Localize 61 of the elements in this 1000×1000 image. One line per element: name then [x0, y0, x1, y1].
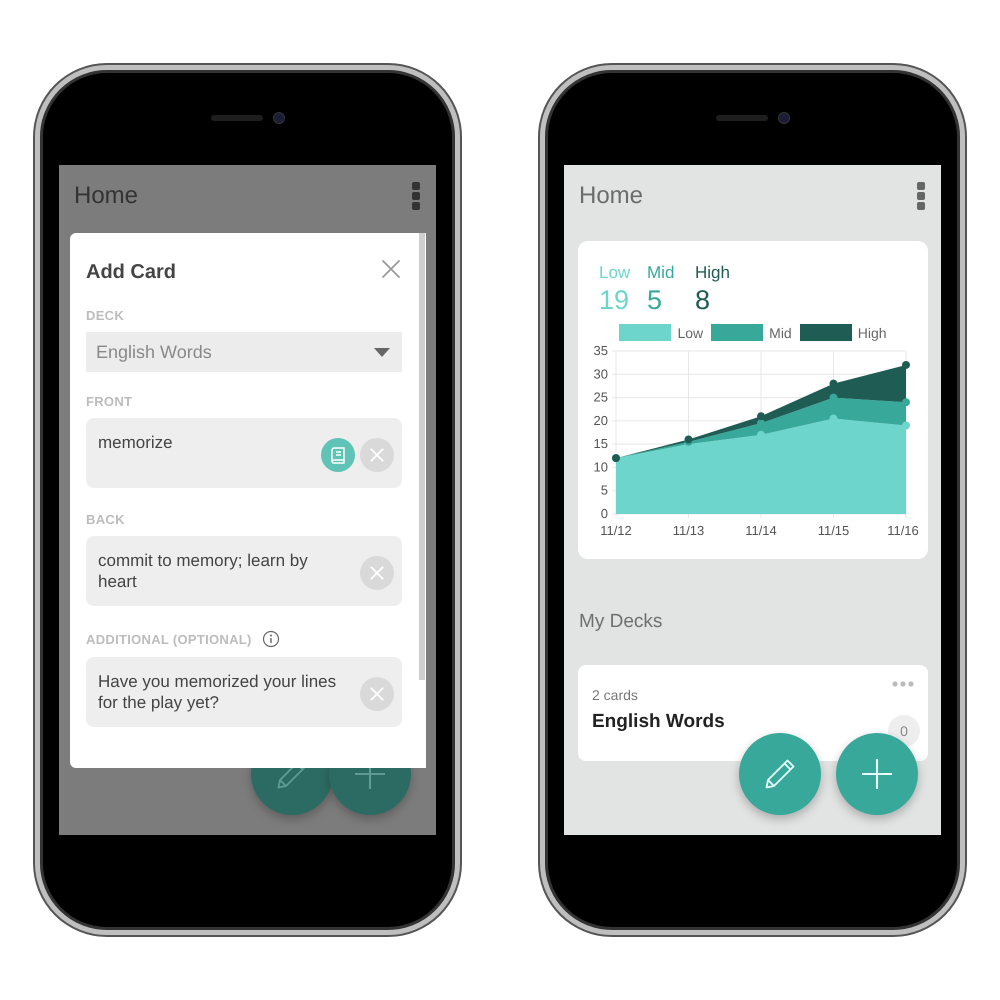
axis-label: 11/13 — [672, 523, 704, 538]
field-label: FRONT — [86, 394, 132, 409]
stat-label: Low — [599, 263, 632, 283]
dialog-title: Add Card — [86, 260, 176, 284]
menu-icon[interactable] — [917, 182, 925, 210]
axis-label: 25 — [594, 390, 608, 405]
axis-label: 10 — [594, 459, 608, 474]
dictionary-button[interactable] — [321, 438, 355, 472]
text-field[interactable]: commit to memory; learn by heart — [86, 536, 402, 606]
text-field[interactable]: memorize — [86, 418, 402, 488]
legend-swatch — [800, 324, 852, 341]
app-bar-title: Home — [74, 182, 138, 210]
data-point — [830, 380, 838, 388]
camera — [778, 112, 790, 124]
axis-label: 20 — [594, 412, 608, 428]
stat-value: 19 — [599, 285, 630, 316]
stat-value: 5 — [647, 285, 664, 316]
field-label: BACK — [86, 512, 125, 527]
stat-value: 8 — [695, 285, 712, 316]
close-icon — [370, 448, 384, 462]
legend-label: High — [858, 324, 887, 340]
data-point — [902, 422, 910, 430]
axis-label: 11/14 — [745, 523, 777, 538]
legend-label: Low — [677, 324, 704, 340]
deck-name: English Words — [592, 711, 725, 733]
deck-card[interactable]: 2 cards English Words 0 — [578, 665, 928, 761]
data-point — [830, 394, 838, 402]
close-icon — [370, 566, 384, 580]
field-label: ADDITIONAL (OPTIONAL) — [86, 632, 252, 646]
axis-label: 30 — [594, 366, 608, 382]
section-title: My Decks — [579, 611, 664, 633]
data-point — [902, 398, 910, 406]
stat-label: Mid — [647, 263, 676, 283]
menu-icon[interactable] — [412, 182, 420, 210]
plus-icon — [859, 756, 895, 792]
legend-label: Mid — [769, 324, 792, 340]
app-bar-title: Home — [579, 182, 644, 210]
close-icon — [381, 258, 401, 278]
data-point — [902, 360, 910, 369]
info-icon[interactable] — [262, 630, 280, 648]
axis-label: 15 — [594, 436, 608, 452]
axis-label: 0 — [600, 506, 608, 521]
edit-button[interactable] — [739, 733, 821, 815]
axis-label: 5 — [600, 482, 608, 498]
text-field[interactable]: Have you memorized your lines for the play yet? — [86, 657, 402, 727]
field-label: DECK — [86, 308, 124, 323]
close-icon — [370, 687, 384, 701]
legend-swatch — [619, 324, 672, 341]
more-icon[interactable] — [892, 681, 914, 687]
card-count: 2 cards — [592, 687, 639, 703]
legend-swatch — [711, 324, 764, 341]
axis-label: 11/12 — [600, 523, 632, 538]
stat-label: High — [695, 263, 731, 283]
camera — [272, 112, 284, 124]
axis-label: 11/15 — [818, 523, 850, 538]
speaker — [210, 114, 262, 120]
axis-label: 11/16 — [887, 523, 919, 538]
axis-label: 35 — [594, 343, 608, 358]
dropdown-icon — [374, 348, 390, 356]
speaker — [716, 114, 768, 120]
close-button[interactable] — [380, 258, 402, 280]
